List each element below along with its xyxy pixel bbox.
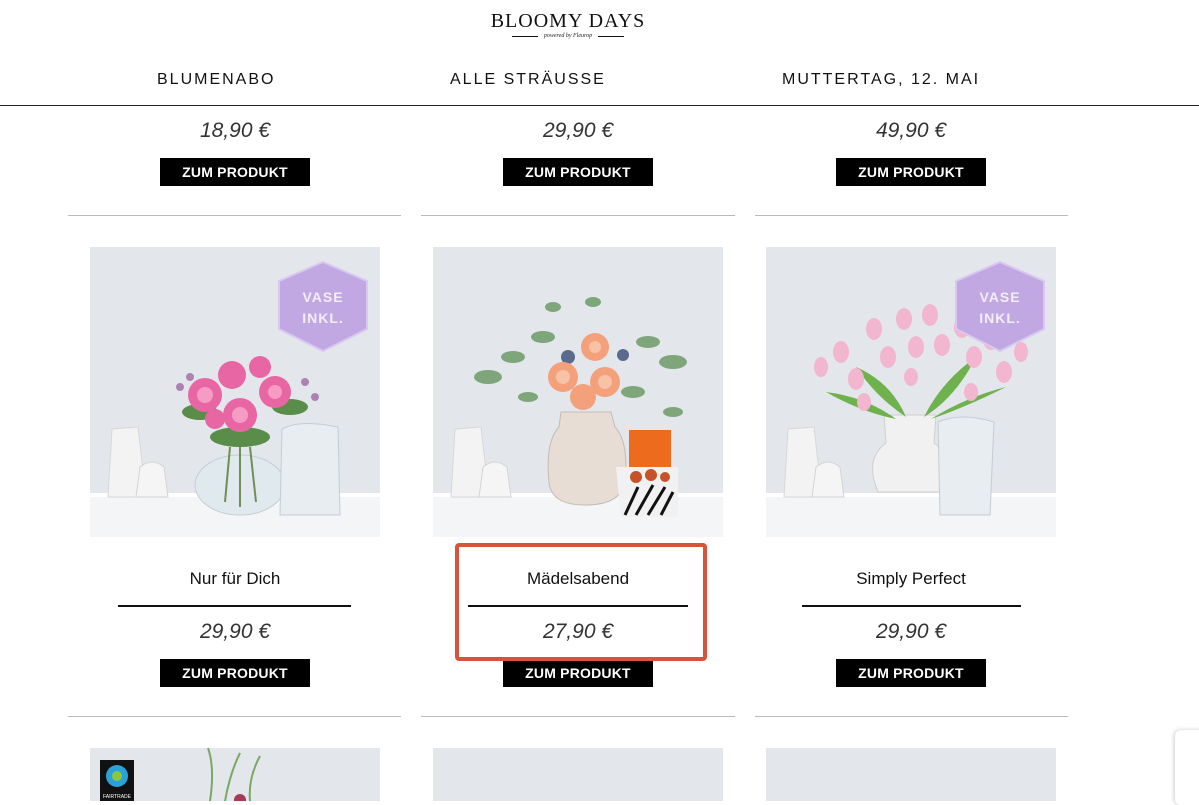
side-widget-tab[interactable] bbox=[1175, 730, 1199, 805]
nav-item-muttertag[interactable]: MUTTERTAG, 12. MAI bbox=[782, 71, 980, 89]
svg-text:INKL.: INKL. bbox=[979, 310, 1021, 326]
product-price: 29,90 € bbox=[542, 119, 614, 142]
product-button[interactable]: ZUM PRODUKT bbox=[160, 659, 310, 687]
highlight-frame bbox=[455, 543, 707, 661]
nav-item-alle-straeusse[interactable]: ALLE STRÄUSSE bbox=[450, 71, 606, 89]
svg-text:INKL.: INKL. bbox=[302, 310, 344, 326]
product-title[interactable]: Nur für Dich bbox=[90, 569, 380, 589]
card-divider bbox=[68, 716, 401, 717]
product-price: 49,90 € bbox=[875, 119, 947, 142]
svg-text:VASE: VASE bbox=[302, 289, 343, 305]
product-image-simply-perfect[interactable]: VASE INKL. bbox=[766, 247, 1056, 537]
header-divider bbox=[0, 105, 1199, 106]
title-underline bbox=[802, 605, 1021, 607]
product-button[interactable]: ZUM PRODUKT bbox=[836, 158, 986, 186]
logo-text: BLOOMY DAYS bbox=[490, 10, 646, 32]
product-image-maedelsabend[interactable] bbox=[433, 247, 723, 537]
fairtrade-badge: FAIRTRADE bbox=[103, 794, 132, 800]
product-title[interactable]: Simply Perfect bbox=[766, 569, 1056, 589]
nav-item-blumenabo[interactable]: BLUMENABO bbox=[157, 71, 275, 89]
card-divider bbox=[68, 215, 401, 216]
title-underline bbox=[118, 605, 351, 607]
product-button[interactable]: ZUM PRODUKT bbox=[503, 158, 653, 186]
card-divider bbox=[755, 716, 1068, 717]
product-image[interactable]: FAIRTRADE bbox=[90, 748, 380, 801]
card-divider bbox=[421, 716, 735, 717]
svg-text:VASE: VASE bbox=[979, 289, 1020, 305]
site-logo[interactable]: BLOOMY DAYS powered by Fleurop bbox=[0, 10, 1136, 39]
product-price: 29,90 € bbox=[199, 620, 271, 643]
logo-subtitle: powered by Fleurop bbox=[543, 33, 593, 39]
product-image[interactable] bbox=[433, 748, 723, 801]
main-nav: BLUMENABO ALLE STRÄUSSE MUTTERTAG, 12. M… bbox=[0, 71, 1199, 91]
product-image-nur-fuer-dich[interactable]: VASE INKL. bbox=[90, 247, 380, 537]
product-image[interactable] bbox=[766, 748, 1056, 801]
card-divider bbox=[755, 215, 1068, 216]
product-price: 18,90 € bbox=[199, 119, 271, 142]
product-button[interactable]: ZUM PRODUKT bbox=[503, 659, 653, 687]
product-price: 29,90 € bbox=[875, 620, 947, 643]
card-divider bbox=[421, 215, 735, 216]
product-button[interactable]: ZUM PRODUKT bbox=[160, 158, 310, 186]
product-button[interactable]: ZUM PRODUKT bbox=[836, 659, 986, 687]
